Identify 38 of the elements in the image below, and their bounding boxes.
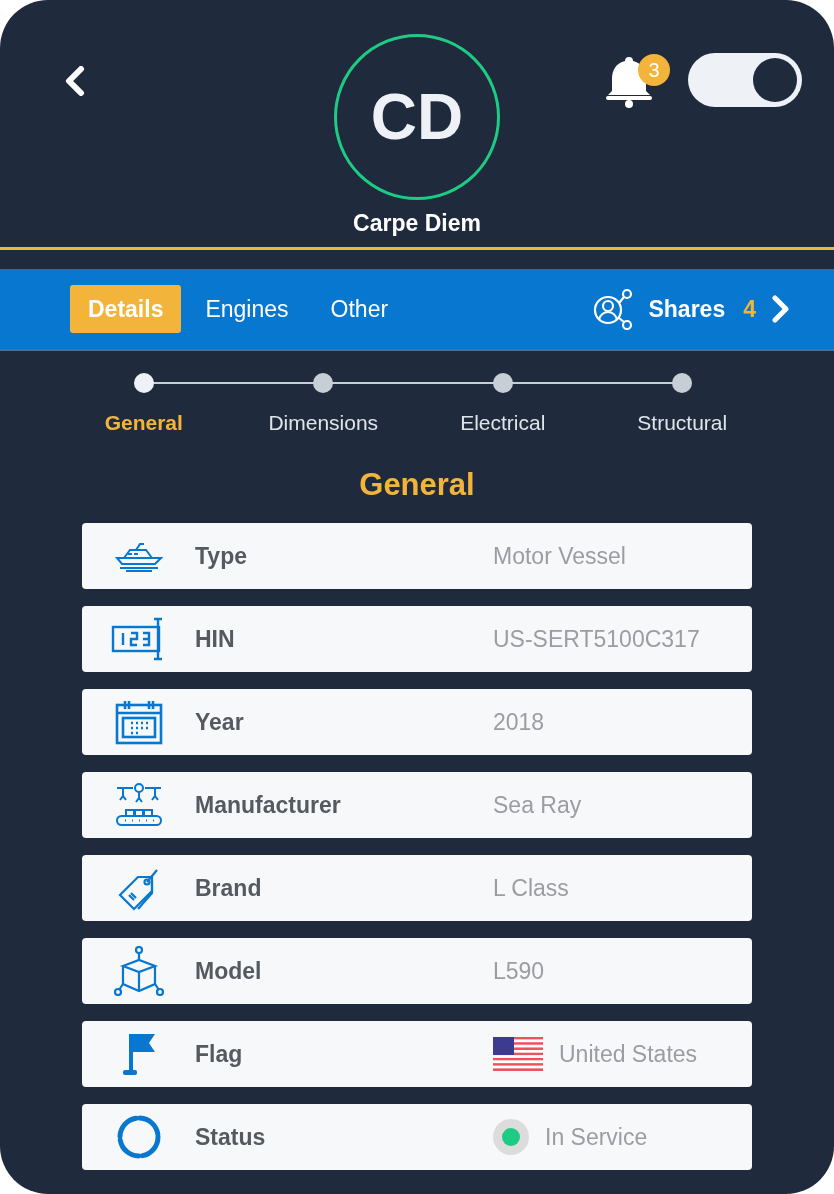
shares-count: 4 (743, 294, 756, 324)
field-value: United States (559, 1039, 698, 1069)
vessel-name: Carpe Diem (352, 209, 482, 238)
field-value: Motor Vessel (493, 541, 626, 571)
field-value: L Class (493, 873, 569, 903)
field-label: Type (195, 541, 248, 571)
step-label[interactable]: Electrical (460, 407, 546, 439)
field-value: US-SERT5100C317 (493, 624, 700, 654)
share-people-icon (592, 288, 635, 330)
tab[interactable]: Engines (187, 285, 307, 333)
field-label: Manufacturer (195, 790, 342, 820)
step-label[interactable]: Structural (637, 407, 728, 439)
field-label: Status (195, 1122, 267, 1152)
ring-icon (115, 1114, 162, 1160)
field-value: L590 (493, 956, 545, 986)
field-value: In Service (545, 1122, 648, 1152)
field-label: Flag (195, 1039, 244, 1069)
robot-arms-conveyor-icon (113, 782, 164, 828)
field-value: 2018 (493, 707, 545, 737)
cube-network-icon (112, 946, 165, 996)
us-flag-icon (493, 1037, 543, 1071)
tab[interactable]: Other (312, 285, 407, 333)
shares-label[interactable]: Shares (648, 291, 726, 327)
avatar: CD (334, 34, 500, 200)
field-label: Year (195, 707, 245, 737)
section-title: General (358, 466, 476, 504)
boat-icon (113, 540, 164, 572)
chevron-right-icon[interactable] (770, 295, 790, 323)
step-label[interactable]: Dimensions (268, 407, 379, 439)
field-label: Brand (195, 873, 263, 903)
step-label[interactable]: General (104, 407, 183, 439)
back-icon[interactable] (64, 66, 86, 96)
field-label: Model (195, 956, 263, 986)
notification-badge: 3 (638, 54, 670, 86)
calendar-icon (113, 699, 164, 745)
field-label: HIN (195, 624, 236, 654)
toggle-switch[interactable] (688, 53, 802, 107)
field-value: Sea Ray (493, 790, 582, 820)
